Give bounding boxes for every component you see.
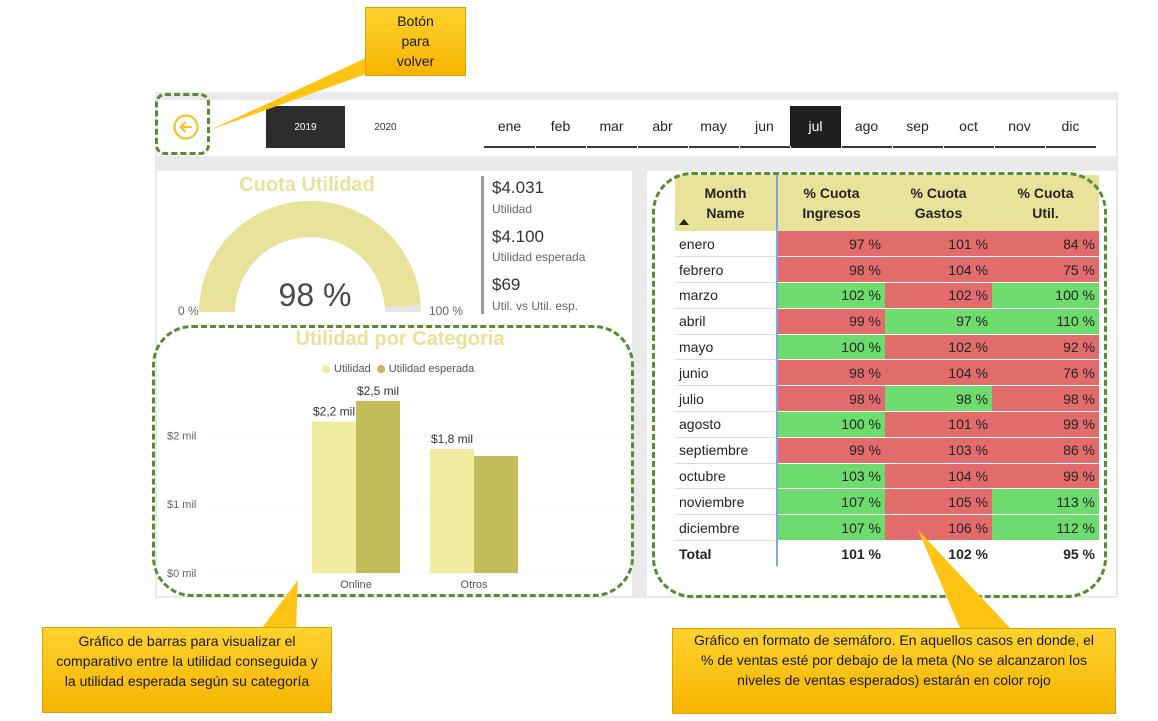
callout-bar-chart: Gráfico de barras para visualizar el com… bbox=[42, 627, 332, 713]
kpi-diff-label: Util. vs Util. esp. bbox=[492, 299, 579, 313]
month-option-feb[interactable]: feb bbox=[535, 106, 586, 148]
month-option-ago[interactable]: ago bbox=[841, 106, 892, 148]
month-option-mar[interactable]: mar bbox=[586, 106, 637, 148]
month-option-may[interactable]: may bbox=[688, 106, 739, 148]
kpi-divider bbox=[481, 176, 484, 314]
gauge-title: Cuota Utilidad bbox=[239, 174, 375, 196]
gauge-value: 98 % bbox=[278, 277, 352, 313]
highlight-table bbox=[652, 172, 1107, 598]
month-option-oct[interactable]: oct bbox=[943, 106, 994, 148]
kpi-diff-value: $69 bbox=[492, 275, 521, 294]
callout-back-button: Botón para volver bbox=[365, 7, 466, 76]
gauge-min-label: 0 % bbox=[178, 304, 199, 318]
highlight-bar-chart bbox=[152, 325, 634, 597]
month-option-dic[interactable]: dic bbox=[1045, 106, 1096, 148]
kpi-esperada-value: $4.100 bbox=[492, 227, 544, 246]
gauge-max-label: 100 % bbox=[429, 304, 464, 318]
month-option-sep[interactable]: sep bbox=[892, 106, 943, 148]
month-option-ene[interactable]: ene bbox=[484, 106, 535, 148]
year-option-2020[interactable]: 2020 bbox=[346, 106, 425, 148]
month-option-jul[interactable]: jul bbox=[790, 106, 841, 148]
month-option-jun[interactable]: jun bbox=[739, 106, 790, 148]
callout-table: Gráfico en formato de semáforo. En aquel… bbox=[672, 628, 1116, 714]
highlight-back-button bbox=[155, 93, 210, 155]
month-option-nov[interactable]: nov bbox=[994, 106, 1045, 148]
year-option-2019[interactable]: 2019 bbox=[266, 106, 345, 148]
month-slicer: ene feb mar abr may jun jul ago sep oct nov dic bbox=[484, 106, 1096, 148]
kpi-utilidad-value: $4.031 bbox=[492, 178, 544, 197]
kpi-esperada-label: Utilidad esperada bbox=[492, 250, 586, 264]
month-option-abr[interactable]: abr bbox=[637, 106, 688, 148]
kpi-utilidad-label: Utilidad bbox=[492, 202, 533, 216]
